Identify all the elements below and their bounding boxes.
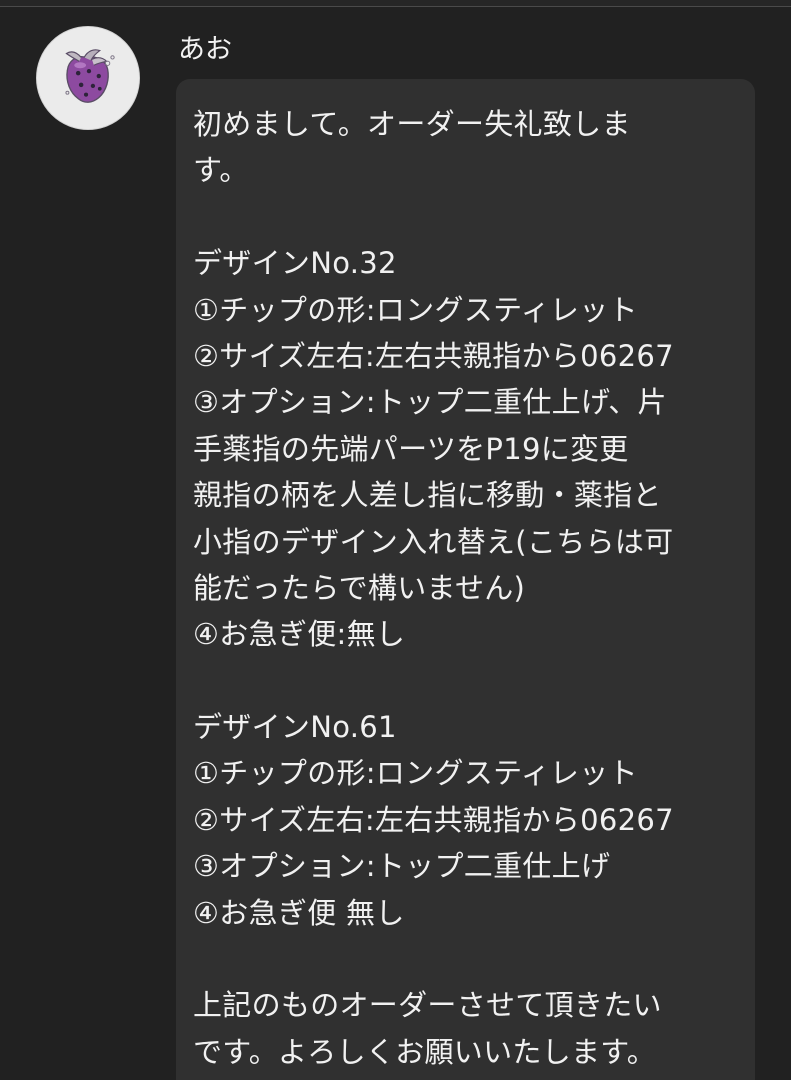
- message-line: ④お急ぎ便:無し: [193, 617, 406, 652]
- message-line: 小指のデザイン入れ替え(こちらは可: [193, 524, 674, 559]
- message-line: [193, 194, 745, 240]
- message-line: です。よろしくお願いいたします。: [193, 1034, 657, 1069]
- message-line: 初めまして。オーダー失礼致しま: [193, 107, 631, 141]
- message-line: [193, 658, 745, 704]
- message-line: ③オプション:トップ二重仕上げ: [193, 849, 611, 884]
- strawberry-icon: [37, 27, 139, 129]
- sender-name[interactable]: あお: [178, 32, 232, 68]
- message-text: 初めまして。オーダー失礼致しま す。 デザインNo.32 ①チップの形:ロングス…: [193, 101, 745, 1075]
- message-line: ①チップの形:ロングスティレット: [193, 292, 638, 327]
- message-line: デザインNo.61: [193, 710, 397, 745]
- message-line: ④お急ぎ便 無し: [193, 895, 405, 930]
- message-line: [193, 936, 745, 982]
- avatar[interactable]: [36, 26, 140, 130]
- message-line: 能だったらで構いません): [193, 570, 526, 605]
- message-line: ①チップの形:ロングスティレット: [193, 756, 638, 791]
- message-line: 上記のものオーダーさせて頂きたい: [193, 988, 662, 1023]
- message-line: ③オプション:トップ二重仕上げ、片: [193, 385, 667, 420]
- message-line: デザインNo.32: [193, 246, 397, 281]
- message-line: ②サイズ左右:左右共親指から06267: [193, 338, 674, 373]
- message-line: 親指の柄を人差し指に移動・薬指と: [193, 478, 662, 513]
- message-line: す。: [193, 153, 249, 188]
- message-line: 手薬指の先端パーツをP19に変更: [193, 431, 629, 466]
- chat-message: あお 初めまして。オーダー失礼致しま す。 デザインNo.32 ①チップの形:ロ…: [0, 0, 791, 1080]
- message-line: ②サイズ左右:左右共親指から06267: [193, 802, 674, 837]
